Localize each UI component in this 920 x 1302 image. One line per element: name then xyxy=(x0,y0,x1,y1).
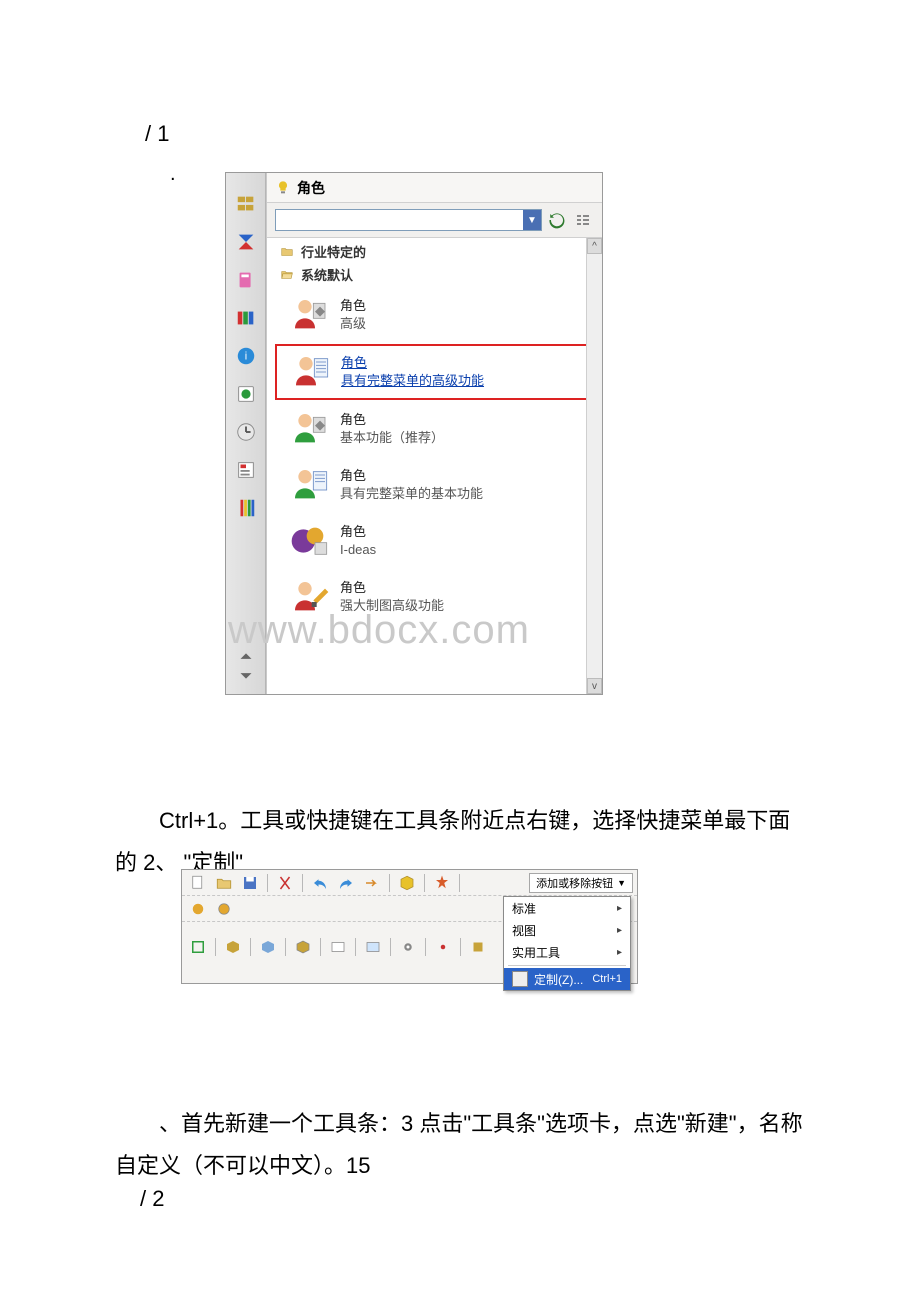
add-remove-buttons[interactable]: 添加或移除按钮 ▼ xyxy=(529,873,633,893)
tool-cut-icon[interactable] xyxy=(273,872,297,894)
separator xyxy=(285,938,286,956)
tool-undo-icon[interactable] xyxy=(308,872,332,894)
vbtn-3-icon[interactable] xyxy=(231,265,261,295)
separator xyxy=(390,938,391,956)
paragraph-step3: 、首先新建一个工具条：3 点击"工具条"选项卡，点选"新建"，名称自定义（不可以… xyxy=(115,1103,815,1187)
dropdown-arrow-icon: ▼ xyxy=(617,878,626,888)
tool-new-icon[interactable] xyxy=(186,872,210,894)
vbtn-2-icon[interactable] xyxy=(231,227,261,257)
tool-open-icon[interactable] xyxy=(212,872,236,894)
separator xyxy=(424,874,425,892)
separator xyxy=(302,874,303,892)
separator xyxy=(215,938,216,956)
tool-box2-icon[interactable] xyxy=(256,936,280,958)
folder-icon xyxy=(279,245,295,259)
tool-redo-icon[interactable] xyxy=(334,872,358,894)
menu-item-customize[interactable]: 定制(Z)... Ctrl+1 xyxy=(504,968,630,990)
role-user-green-icon xyxy=(290,409,330,449)
role-ideas-icon xyxy=(290,521,330,561)
menu-item-standard[interactable]: 标准 xyxy=(504,897,630,919)
role-user-red-icon xyxy=(290,295,330,335)
tool-save-icon[interactable] xyxy=(238,872,262,894)
category-industry[interactable]: 行业特定的 xyxy=(267,240,602,263)
roles-list: 行业特定的 系统默认 角色高级 角色具有完整菜单的高级功能 角色基本功能（推荐） xyxy=(267,238,602,694)
customize-context-menu: 标准 视图 实用工具 定制(Z)... Ctrl+1 xyxy=(503,896,631,991)
tool-last-icon[interactable] xyxy=(466,936,490,958)
tool-box1-icon[interactable] xyxy=(221,936,245,958)
search-go-icon[interactable] xyxy=(548,211,566,229)
separator xyxy=(425,938,426,956)
separator xyxy=(267,874,268,892)
tool-view1-icon[interactable] xyxy=(326,936,350,958)
tool-dot-icon[interactable] xyxy=(431,936,455,958)
roles-search-row: ▼ xyxy=(267,203,602,238)
role-item-advanced[interactable]: 角色高级 xyxy=(275,288,594,342)
folder-open-icon xyxy=(279,268,295,282)
role-user-red-menu-icon xyxy=(291,352,331,392)
vbtn-8-icon[interactable] xyxy=(231,455,261,485)
tool-arrow-icon[interactable] xyxy=(360,872,384,894)
vbtn-4-icon[interactable] xyxy=(231,303,261,333)
svg-text:i: i xyxy=(244,351,246,363)
page-marker-bottom: / 2 xyxy=(140,1178,164,1220)
roles-search-combo[interactable]: ▼ xyxy=(275,209,542,231)
role-item-drafting-advanced[interactable]: 角色强大制图高级功能 xyxy=(275,570,594,624)
toolbar-row-1: 添加或移除按钮 ▼ xyxy=(182,870,637,896)
role-user-green-menu-icon xyxy=(290,465,330,505)
scroll-down-icon[interactable]: v xyxy=(587,678,602,694)
role-item-basic[interactable]: 角色基本功能（推荐） xyxy=(275,402,594,456)
vertical-toolbar: i xyxy=(226,173,266,694)
menu-item-utilities[interactable]: 实用工具 xyxy=(504,941,630,963)
role-item-basic-full-menu[interactable]: 角色具有完整菜单的基本功能 xyxy=(275,458,594,512)
toolbar-customize-screenshot: 添加或移除按钮 ▼ 标准 视图 实用工具 定制(Z)... Ctrl+ xyxy=(181,869,638,984)
separator xyxy=(389,874,390,892)
vbtn-1-icon[interactable] xyxy=(231,189,261,219)
combo-dropdown-icon[interactable]: ▼ xyxy=(523,210,541,230)
view-mode-icon[interactable] xyxy=(572,211,594,229)
roles-header: 角色 xyxy=(267,173,602,203)
roles-title: 角色 xyxy=(297,178,325,198)
menu-item-view[interactable]: 视图 xyxy=(504,919,630,941)
menu-separator xyxy=(508,965,626,966)
page-marker-top: / 1 xyxy=(145,113,169,155)
vbtn-7-icon[interactable] xyxy=(231,417,261,447)
roles-pane: 角色 ▼ 行业特定的 系统默认 角 xyxy=(266,173,602,694)
scrollbar[interactable]: ^ v xyxy=(586,238,602,694)
tool-misc2-icon[interactable] xyxy=(212,898,236,920)
roles-panel-screenshot: i 角色 ▼ 行业特定的 xyxy=(225,172,603,695)
tool-shape1-icon[interactable] xyxy=(186,936,210,958)
tool-gear-icon[interactable] xyxy=(396,936,420,958)
role-item-advanced-full-menu[interactable]: 角色具有完整菜单的高级功能 xyxy=(275,344,594,400)
category-system-default[interactable]: 系统默认 xyxy=(267,263,602,286)
tool-cube-icon[interactable] xyxy=(395,872,419,894)
tool-box3-icon[interactable] xyxy=(291,936,315,958)
vbtn-9-icon[interactable] xyxy=(231,493,261,523)
tool-misc1-icon[interactable] xyxy=(186,898,210,920)
vbtn-expand-down-icon[interactable] xyxy=(231,666,261,684)
tool-view2-icon[interactable] xyxy=(361,936,385,958)
separator xyxy=(320,938,321,956)
scroll-up-icon[interactable]: ^ xyxy=(587,238,602,254)
role-item-ideas[interactable]: 角色I-deas xyxy=(275,514,594,568)
separator xyxy=(250,938,251,956)
separator xyxy=(355,938,356,956)
light-bulb-icon xyxy=(275,180,291,196)
vbtn-6-icon[interactable] xyxy=(231,379,261,409)
tool-star-icon[interactable] xyxy=(430,872,454,894)
customize-menu-icon xyxy=(512,971,528,987)
separator xyxy=(460,938,461,956)
separator xyxy=(459,874,460,892)
vbtn-5-icon[interactable]: i xyxy=(231,341,261,371)
role-drafting-icon xyxy=(290,577,330,617)
dot: . xyxy=(170,155,176,193)
